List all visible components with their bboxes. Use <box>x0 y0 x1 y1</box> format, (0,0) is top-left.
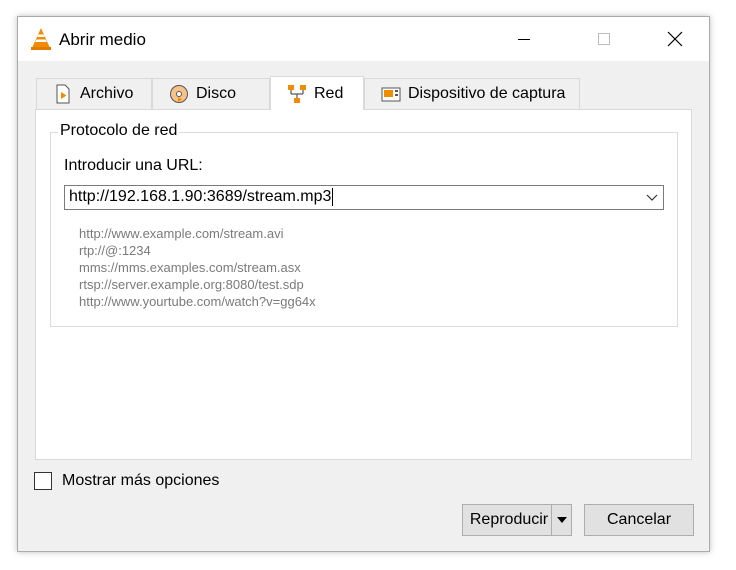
tab-red[interactable]: Red <box>270 76 364 110</box>
cancel-button[interactable]: Cancelar <box>584 504 694 536</box>
triangle-down-icon <box>556 517 567 523</box>
example-url: http://www.example.com/stream.avi <box>79 226 284 241</box>
show-more-options-label[interactable]: Mostrar más opciones <box>62 472 219 490</box>
tab-label: Dispositivo de captura <box>408 85 566 102</box>
maximize-icon <box>598 33 610 45</box>
url-examples: http://www.example.com/stream.avi rtp://… <box>79 225 316 310</box>
url-label: Introducir una URL: <box>64 157 203 174</box>
show-more-options[interactable]: Mostrar más opciones <box>34 472 219 490</box>
example-url: rtp://@:1234 <box>79 243 151 258</box>
tab-label: Archivo <box>80 85 134 102</box>
group-title: Protocolo de red <box>58 122 180 140</box>
close-icon <box>667 31 683 47</box>
play-menu-button[interactable] <box>552 505 571 535</box>
close-button[interactable] <box>652 17 698 61</box>
chevron-down-icon <box>646 194 658 201</box>
network-icon <box>288 84 306 103</box>
play-button[interactable]: Reproducir <box>463 505 551 535</box>
text-cursor <box>332 188 334 207</box>
title-bar[interactable]: Abrir medio <box>18 17 709 61</box>
url-value: http://192.168.1.90:3689/stream.mp3 <box>69 188 332 206</box>
play-split-button[interactable]: Reproducir <box>462 504 572 536</box>
capture-card-icon <box>381 87 401 102</box>
network-protocol-group: Protocolo de red Introducir una URL: htt… <box>50 122 678 327</box>
tab-dispositivo-de-captura[interactable]: Dispositivo de captura <box>364 78 580 109</box>
tab-disco[interactable]: Disco <box>152 78 270 109</box>
window-title: Abrir medio <box>59 30 146 49</box>
open-media-dialog: Abrir medio Archivo Disco Red Dispositiv… <box>17 16 710 552</box>
url-input[interactable]: http://192.168.1.90:3689/stream.mp3 <box>65 188 641 207</box>
maximize-button[interactable] <box>581 17 627 61</box>
vlc-cone-icon <box>31 28 51 50</box>
file-play-icon <box>56 84 70 104</box>
example-url: mms://mms.examples.com/stream.asx <box>79 260 301 275</box>
example-url: http://www.yourtube.com/watch?v=gg64x <box>79 294 316 309</box>
minimize-icon <box>518 38 530 40</box>
tab-label: Red <box>314 84 344 102</box>
url-dropdown-button[interactable] <box>641 186 663 209</box>
tab-label: Disco <box>196 85 237 102</box>
example-url: rtsp://server.example.org:8080/test.sdp <box>79 277 304 292</box>
network-tab-panel: Protocolo de red Introducir una URL: htt… <box>35 109 692 460</box>
disc-icon <box>170 85 188 103</box>
url-combobox[interactable]: http://192.168.1.90:3689/stream.mp3 <box>64 185 664 210</box>
tab-archivo[interactable]: Archivo <box>36 78 152 109</box>
minimize-button[interactable] <box>501 17 547 61</box>
show-more-options-checkbox[interactable] <box>34 472 52 490</box>
